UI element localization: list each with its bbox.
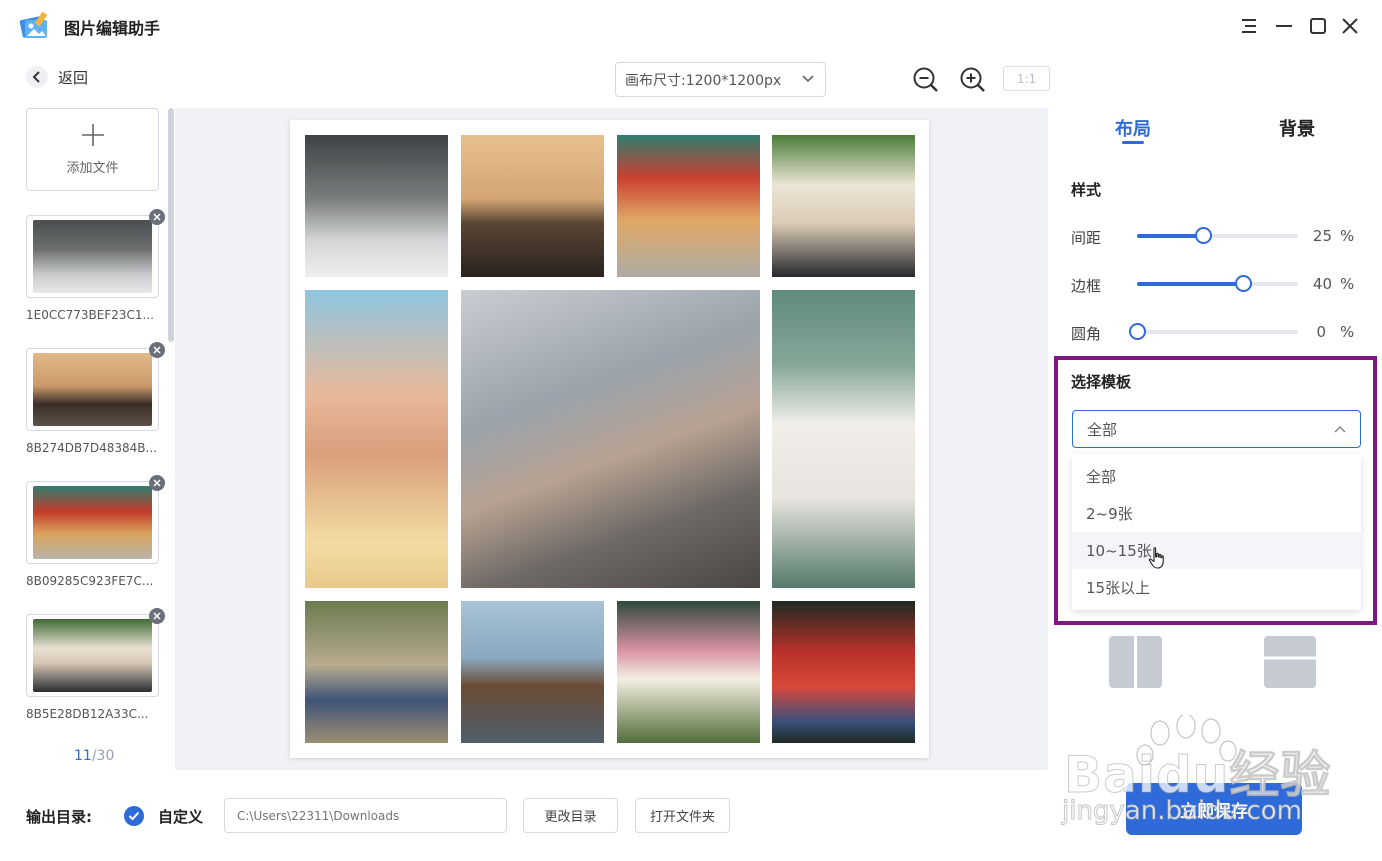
thumbnail-image bbox=[33, 486, 152, 559]
close-icon[interactable] bbox=[1338, 14, 1362, 38]
layout-two-rows-icon[interactable] bbox=[1264, 636, 1316, 688]
chevron-left-icon bbox=[26, 66, 48, 88]
layout-two-columns-icon[interactable] bbox=[1109, 636, 1162, 688]
border-label: 边框 bbox=[1071, 277, 1102, 295]
corner-radius-unit: % bbox=[1340, 323, 1355, 341]
spacing-value: 25 bbox=[1312, 227, 1332, 245]
add-file-button[interactable]: 添加文件 bbox=[26, 108, 159, 191]
collage-photo-snow-temple[interactable] bbox=[305, 135, 448, 277]
file-name: 8B5E28DB12A33C... bbox=[26, 707, 149, 718]
border-value: 40 bbox=[1312, 275, 1332, 293]
output-dir-label: 输出目录: bbox=[26, 808, 92, 826]
list-item[interactable]: 8B09285C923FE7C... bbox=[26, 475, 165, 588]
change-dir-button[interactable]: 更改目录 bbox=[523, 798, 618, 833]
tab-background[interactable]: 背景 bbox=[1279, 115, 1315, 141]
spacing-slider[interactable] bbox=[1137, 227, 1298, 244]
file-thumbnail[interactable] bbox=[26, 342, 165, 431]
app-logo-icon bbox=[19, 11, 48, 38]
add-file-label: 添加文件 bbox=[66, 161, 119, 176]
slider-handle[interactable] bbox=[1195, 227, 1213, 244]
thumbnail-image bbox=[33, 353, 152, 426]
border-slider[interactable] bbox=[1137, 275, 1298, 292]
file-thumbnail[interactable] bbox=[26, 608, 165, 697]
thumbnail-image bbox=[33, 619, 152, 692]
total-count: /30 bbox=[91, 748, 115, 764]
template-highlight-box bbox=[1054, 356, 1377, 625]
watermark-url: jingyan.baidu.com bbox=[1062, 796, 1303, 827]
collage-photo-blossoms[interactable] bbox=[617, 601, 760, 743]
list-item[interactable]: 8B5E28DB12A33C... bbox=[26, 608, 165, 718]
output-path-input[interactable] bbox=[224, 798, 507, 833]
app-title: 图片编辑助手 bbox=[64, 19, 161, 38]
file-name: 1E0CC773BEF23C1... bbox=[26, 308, 154, 322]
slider-handle[interactable] bbox=[1235, 275, 1253, 292]
border-unit: % bbox=[1340, 275, 1355, 293]
page-counter: 11/30 bbox=[74, 748, 114, 764]
zoom-out-icon[interactable] bbox=[912, 66, 940, 94]
canvas-size-value: 画布尺寸:1200*1200px bbox=[625, 72, 782, 89]
thumbnail-image bbox=[33, 220, 152, 293]
canvas-size-select[interactable]: 画布尺寸:1200*1200px bbox=[615, 62, 826, 97]
spacing-label: 间距 bbox=[1071, 229, 1102, 247]
chevron-down-icon bbox=[802, 75, 814, 83]
check-icon bbox=[128, 811, 140, 821]
list-item[interactable]: 8B274DB7D48384B... bbox=[26, 342, 165, 455]
corner-radius-value: 0 bbox=[1316, 323, 1326, 341]
zoom-in-icon[interactable] bbox=[959, 66, 987, 94]
remove-file-icon[interactable] bbox=[149, 342, 165, 358]
file-list-scrollbar[interactable] bbox=[168, 108, 174, 342]
plus-icon bbox=[82, 124, 104, 146]
style-section-title: 样式 bbox=[1071, 181, 1102, 199]
collage-photo-swan[interactable] bbox=[772, 290, 915, 588]
corner-radius-label: 圆角 bbox=[1071, 325, 1102, 343]
collage-photo-violinist[interactable] bbox=[461, 601, 604, 743]
back-button[interactable]: 返回 bbox=[26, 66, 88, 88]
file-name: 8B09285C923FE7C... bbox=[26, 574, 154, 588]
tab-layout[interactable]: 布局 bbox=[1115, 115, 1151, 141]
title-bar: 图片编辑助手 bbox=[0, 0, 1382, 52]
tab-active-indicator bbox=[1122, 141, 1144, 144]
menu-icon[interactable] bbox=[1237, 14, 1261, 38]
list-item[interactable]: 1E0CC773BEF23C1... bbox=[26, 209, 165, 322]
slider-handle[interactable] bbox=[1129, 323, 1146, 340]
collage-canvas[interactable] bbox=[290, 120, 929, 758]
minimize-icon[interactable] bbox=[1272, 14, 1296, 38]
spacing-unit: % bbox=[1340, 227, 1355, 245]
custom-checkbox[interactable] bbox=[124, 806, 144, 826]
collage-photo-dog[interactable] bbox=[772, 135, 915, 277]
ratio-button[interactable]: 1:1 bbox=[1003, 66, 1050, 91]
slider-fill bbox=[1137, 282, 1244, 286]
file-list: 添加文件 1E0CC773BEF23C1... 8B274DB7D48384B.… bbox=[26, 108, 176, 718]
collage-photo-baby[interactable] bbox=[305, 290, 448, 588]
file-thumbnail[interactable] bbox=[26, 475, 165, 564]
collage-photo-parrot[interactable] bbox=[772, 601, 915, 743]
corner-radius-slider[interactable] bbox=[1129, 323, 1298, 340]
collage-photo-man-lying[interactable] bbox=[305, 601, 448, 743]
remove-file-icon[interactable] bbox=[149, 209, 165, 225]
current-count: 11 bbox=[74, 748, 92, 764]
custom-label: 自定义 bbox=[158, 808, 204, 826]
file-name: 8B274DB7D48384B... bbox=[26, 441, 157, 455]
slider-fill bbox=[1137, 234, 1204, 238]
file-thumbnail[interactable] bbox=[26, 209, 165, 298]
collage-photo-corgi[interactable] bbox=[617, 135, 760, 277]
maximize-icon[interactable] bbox=[1306, 14, 1330, 38]
collage-photo-sunset-person[interactable] bbox=[461, 135, 604, 277]
back-label: 返回 bbox=[58, 68, 89, 87]
remove-file-icon[interactable] bbox=[149, 608, 165, 624]
collage-photo-woman-portrait[interactable] bbox=[461, 290, 760, 588]
open-folder-button[interactable]: 打开文件夹 bbox=[635, 798, 730, 833]
remove-file-icon[interactable] bbox=[149, 475, 165, 491]
